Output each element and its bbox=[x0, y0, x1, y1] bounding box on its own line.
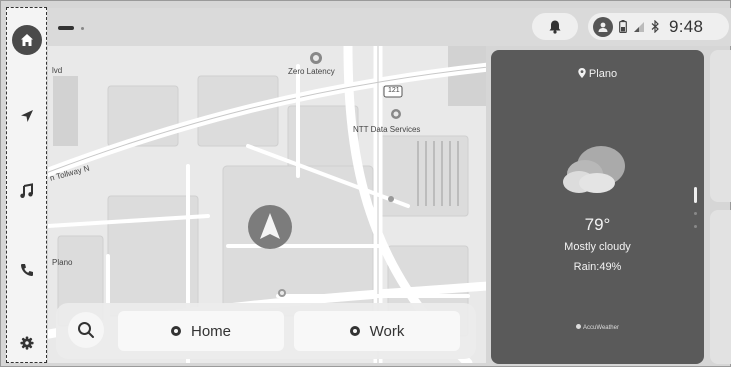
settings-icon bbox=[19, 336, 34, 350]
weather-provider-label: AccuWeather bbox=[583, 325, 619, 331]
bluetooth-icon bbox=[651, 20, 659, 33]
cloudy-weather-icon bbox=[563, 146, 625, 193]
weather-location: Plano bbox=[491, 68, 704, 80]
weather-temperature: 79° bbox=[584, 215, 611, 234]
map-label-zero-latency: Zero Latency bbox=[288, 67, 335, 76]
music-icon bbox=[19, 183, 33, 198]
status-area[interactable]: 9:48 bbox=[588, 13, 729, 40]
music-button[interactable] bbox=[14, 178, 40, 204]
next-widget-card-2[interactable] bbox=[710, 210, 731, 364]
page-indicator-active bbox=[694, 187, 697, 203]
app-indicator bbox=[58, 26, 74, 30]
location-pin-icon bbox=[578, 68, 586, 78]
work-destination-button[interactable]: Work bbox=[294, 311, 460, 351]
weather-condition: Mostly cloudy bbox=[564, 241, 631, 253]
weather-card[interactable]: Plano 79° Mostly cloudy Rain:49% AccuWea… bbox=[491, 50, 704, 364]
weather-rain: Rain:49% bbox=[573, 261, 622, 273]
notifications-button[interactable] bbox=[532, 13, 578, 40]
page-indicator-dot bbox=[694, 212, 697, 215]
top-bar: 9:48 bbox=[48, 8, 731, 46]
map-label-ntt: NTT Data Services bbox=[353, 125, 421, 134]
page-indicator-dot bbox=[694, 225, 697, 228]
map-label-plano: Plano bbox=[52, 258, 73, 267]
settings-button[interactable] bbox=[14, 330, 40, 356]
home-button[interactable] bbox=[11, 25, 42, 55]
search-button[interactable] bbox=[68, 312, 104, 348]
map-label-blvd: lvd bbox=[52, 66, 63, 75]
home-destination-label: Home bbox=[190, 322, 231, 340]
phone-button[interactable] bbox=[14, 257, 40, 283]
next-widget-card[interactable] bbox=[710, 50, 731, 202]
phone-icon bbox=[20, 264, 33, 276]
bell-icon bbox=[549, 20, 561, 34]
location-dot-icon bbox=[349, 326, 360, 336]
provider-logo-icon bbox=[576, 324, 582, 329]
weather-provider: AccuWeather bbox=[491, 324, 704, 331]
navigation-button[interactable] bbox=[14, 103, 40, 129]
search-icon bbox=[78, 322, 94, 338]
home-icon bbox=[20, 34, 33, 46]
signal-icon bbox=[634, 21, 644, 32]
left-rail bbox=[6, 7, 47, 363]
navigation-icon bbox=[20, 110, 33, 122]
weather-location-label: Plano bbox=[588, 68, 618, 80]
profile-icon bbox=[598, 22, 608, 32]
profile-button[interactable] bbox=[593, 16, 613, 37]
work-destination-label: Work bbox=[369, 322, 405, 340]
app-indicator-dot bbox=[81, 27, 84, 30]
battery-icon bbox=[619, 20, 627, 33]
clock: 9:48 bbox=[669, 16, 704, 36]
map-label-road-121: 121 bbox=[388, 87, 400, 94]
location-dot-icon bbox=[170, 326, 181, 336]
destination-bar: Home Work bbox=[56, 303, 476, 359]
home-destination-button[interactable]: Home bbox=[118, 311, 284, 351]
